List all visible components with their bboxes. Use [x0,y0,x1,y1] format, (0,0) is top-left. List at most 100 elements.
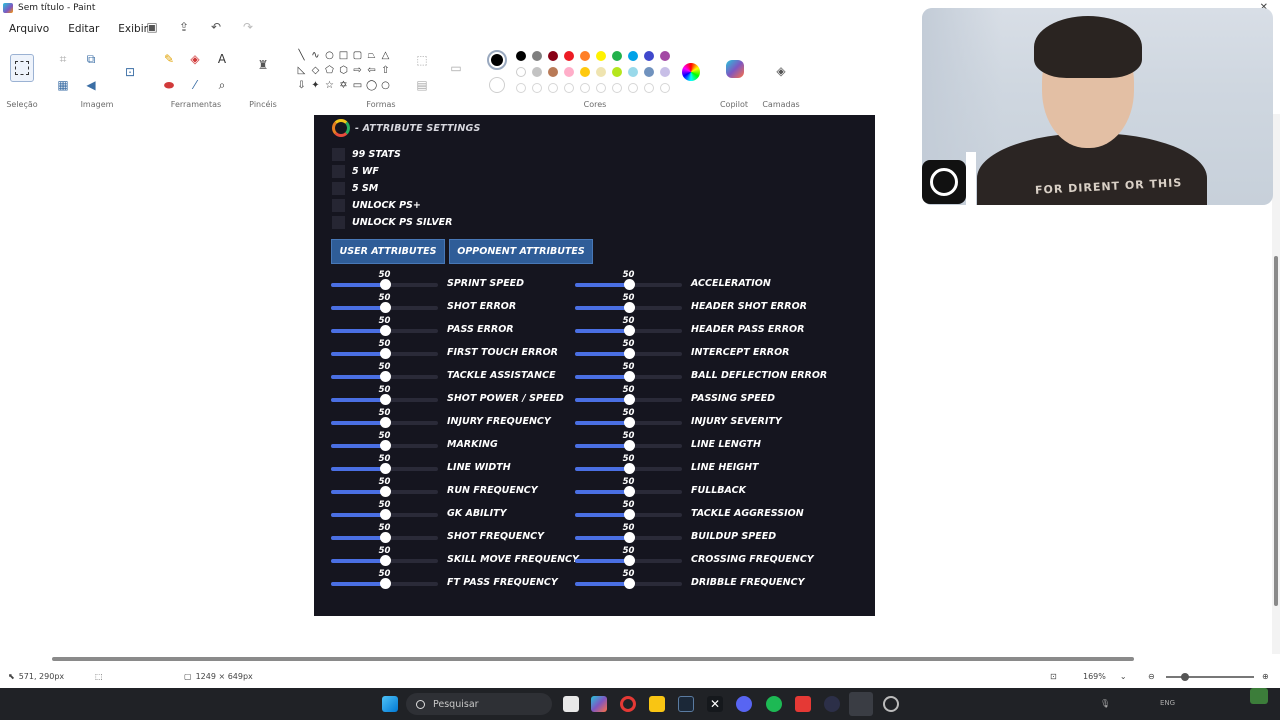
slider-handle[interactable] [379,348,391,359]
share-icon[interactable]: ⇪ [177,20,191,34]
slider-handle[interactable] [379,417,391,428]
zoom-out[interactable]: ⊖ [1148,672,1155,681]
color-swatch[interactable] [516,67,526,77]
custom-color-slot[interactable] [628,83,638,93]
color-swatch[interactable] [660,67,670,77]
brush-icon[interactable]: ♜ [255,57,271,73]
color-swatch[interactable] [580,51,590,61]
steam-icon[interactable] [678,696,694,712]
slider-handle[interactable] [623,486,635,497]
color-swatch[interactable] [516,51,526,61]
slider-handle[interactable] [379,555,391,566]
slider-handle[interactable] [379,302,391,313]
slider-handle[interactable] [623,578,635,589]
taskbar-search[interactable]: Pesquisar [406,693,552,715]
checkbox[interactable] [332,198,345,212]
app-arrow-icon[interactable] [824,696,840,712]
zoom-level-text[interactable]: 169% [1083,672,1106,681]
attribute-slider[interactable] [331,348,438,359]
attribute-slider[interactable] [575,417,682,428]
zoom-slider[interactable] [1166,673,1254,681]
attribute-slider[interactable] [575,348,682,359]
attribute-slider[interactable] [331,302,438,313]
microphone-icon[interactable]: 🎙 [1100,699,1110,708]
magnifier-icon[interactable]: ⌕ [214,77,230,93]
opera-icon[interactable] [620,696,636,712]
attribute-slider[interactable] [575,394,682,405]
attribute-slider[interactable] [331,279,438,290]
app-red-icon[interactable] [795,696,811,712]
option-5-wf[interactable]: 5 WF [332,164,379,178]
attribute-slider[interactable] [331,486,438,497]
shape-hexagon-icon[interactable]: ⬡ [338,65,349,76]
edit-colors-icon[interactable] [682,63,700,81]
resize-icon[interactable]: ⧉ [83,51,99,67]
copilot-icon[interactable] [726,60,744,78]
shape-rectangle-icon[interactable]: □ [338,50,349,61]
shape-triangle-icon[interactable]: △ [380,50,391,61]
color-swatch[interactable] [596,67,606,77]
attribute-slider[interactable] [331,371,438,382]
color-swatch[interactable] [628,67,638,77]
shape-outline-icon[interactable]: ⬚ [414,52,430,68]
color-swatch[interactable] [564,67,574,77]
slider-handle[interactable] [623,302,635,313]
option-unlock-ps-plus[interactable]: UNLOCK PS+ [332,198,421,212]
menu-editar[interactable]: Editar [68,23,99,35]
shape-right-triangle-icon[interactable]: ◺ [296,65,307,76]
save-icon[interactable]: ▣ [145,20,159,34]
custom-color-slot[interactable] [660,83,670,93]
shape-callout-oval-icon[interactable]: ◯ [366,80,377,91]
custom-color-slot[interactable] [548,83,558,93]
attribute-slider[interactable] [331,394,438,405]
attribute-slider[interactable] [575,578,682,589]
option-99-stats[interactable]: 99 STATS [332,147,401,161]
color-swatch[interactable] [644,51,654,61]
fit-to-window-icon[interactable]: ⊡ [1050,672,1057,681]
attribute-slider[interactable] [575,279,682,290]
slider-handle[interactable] [623,440,635,451]
layers-icon[interactable]: ◈ [773,63,789,79]
shape-arrow-down-icon[interactable]: ⇩ [296,80,307,91]
notification-app-icon[interactable] [1250,688,1268,704]
attribute-slider[interactable] [575,440,682,451]
paint-taskbar-icon[interactable] [849,692,873,716]
fit-to-window[interactable]: ⊡ [1050,672,1057,681]
shape-arrow-left-icon[interactable]: ⇦ [366,65,377,76]
slider-handle[interactable] [379,578,391,589]
color-swatch[interactable] [644,67,654,77]
redo-icon[interactable]: ↷ [241,20,255,34]
rotate-icon[interactable]: ◀ [83,77,99,93]
attribute-slider[interactable] [331,532,438,543]
selection-tool-button[interactable] [10,54,34,82]
attribute-slider[interactable] [575,302,682,313]
option-5-sm[interactable]: 5 SM [332,181,378,195]
custom-color-slot[interactable] [644,83,654,93]
remove-background-icon[interactable]: ▦ [55,77,71,93]
custom-color-slot[interactable] [516,83,526,93]
zoom-in[interactable]: ⊕ [1262,672,1269,681]
option-unlock-ps-silver[interactable]: UNLOCK PS SILVER [332,215,453,229]
color-swatch[interactable] [612,51,622,61]
shape-curve-icon[interactable]: ∿ [310,50,321,61]
zoom-out-icon[interactable]: ⊖ [1148,672,1155,681]
slider-handle[interactable] [623,532,635,543]
crop-icon[interactable]: ⌗ [55,51,71,67]
custom-color-slot[interactable] [580,83,590,93]
shape-arrow-up-icon[interactable]: ⇧ [380,65,391,76]
shape-star4-icon[interactable]: ✦ [310,80,321,91]
slider-handle[interactable] [379,440,391,451]
text-icon[interactable]: A [214,51,230,67]
attribute-slider[interactable] [575,371,682,382]
color-swatch[interactable] [564,51,574,61]
color-swatch[interactable] [548,67,558,77]
slider-handle[interactable] [623,371,635,382]
slider-handle[interactable] [379,486,391,497]
slider-handle[interactable] [379,532,391,543]
tab-user-attributes[interactable]: USER ATTRIBUTES [331,239,445,264]
slider-handle[interactable] [379,325,391,336]
menu-arquivo[interactable]: Arquivo [9,23,49,35]
fill-icon[interactable]: ◈ [187,51,203,67]
color-swatch[interactable] [628,51,638,61]
color-swatch[interactable] [532,51,542,61]
